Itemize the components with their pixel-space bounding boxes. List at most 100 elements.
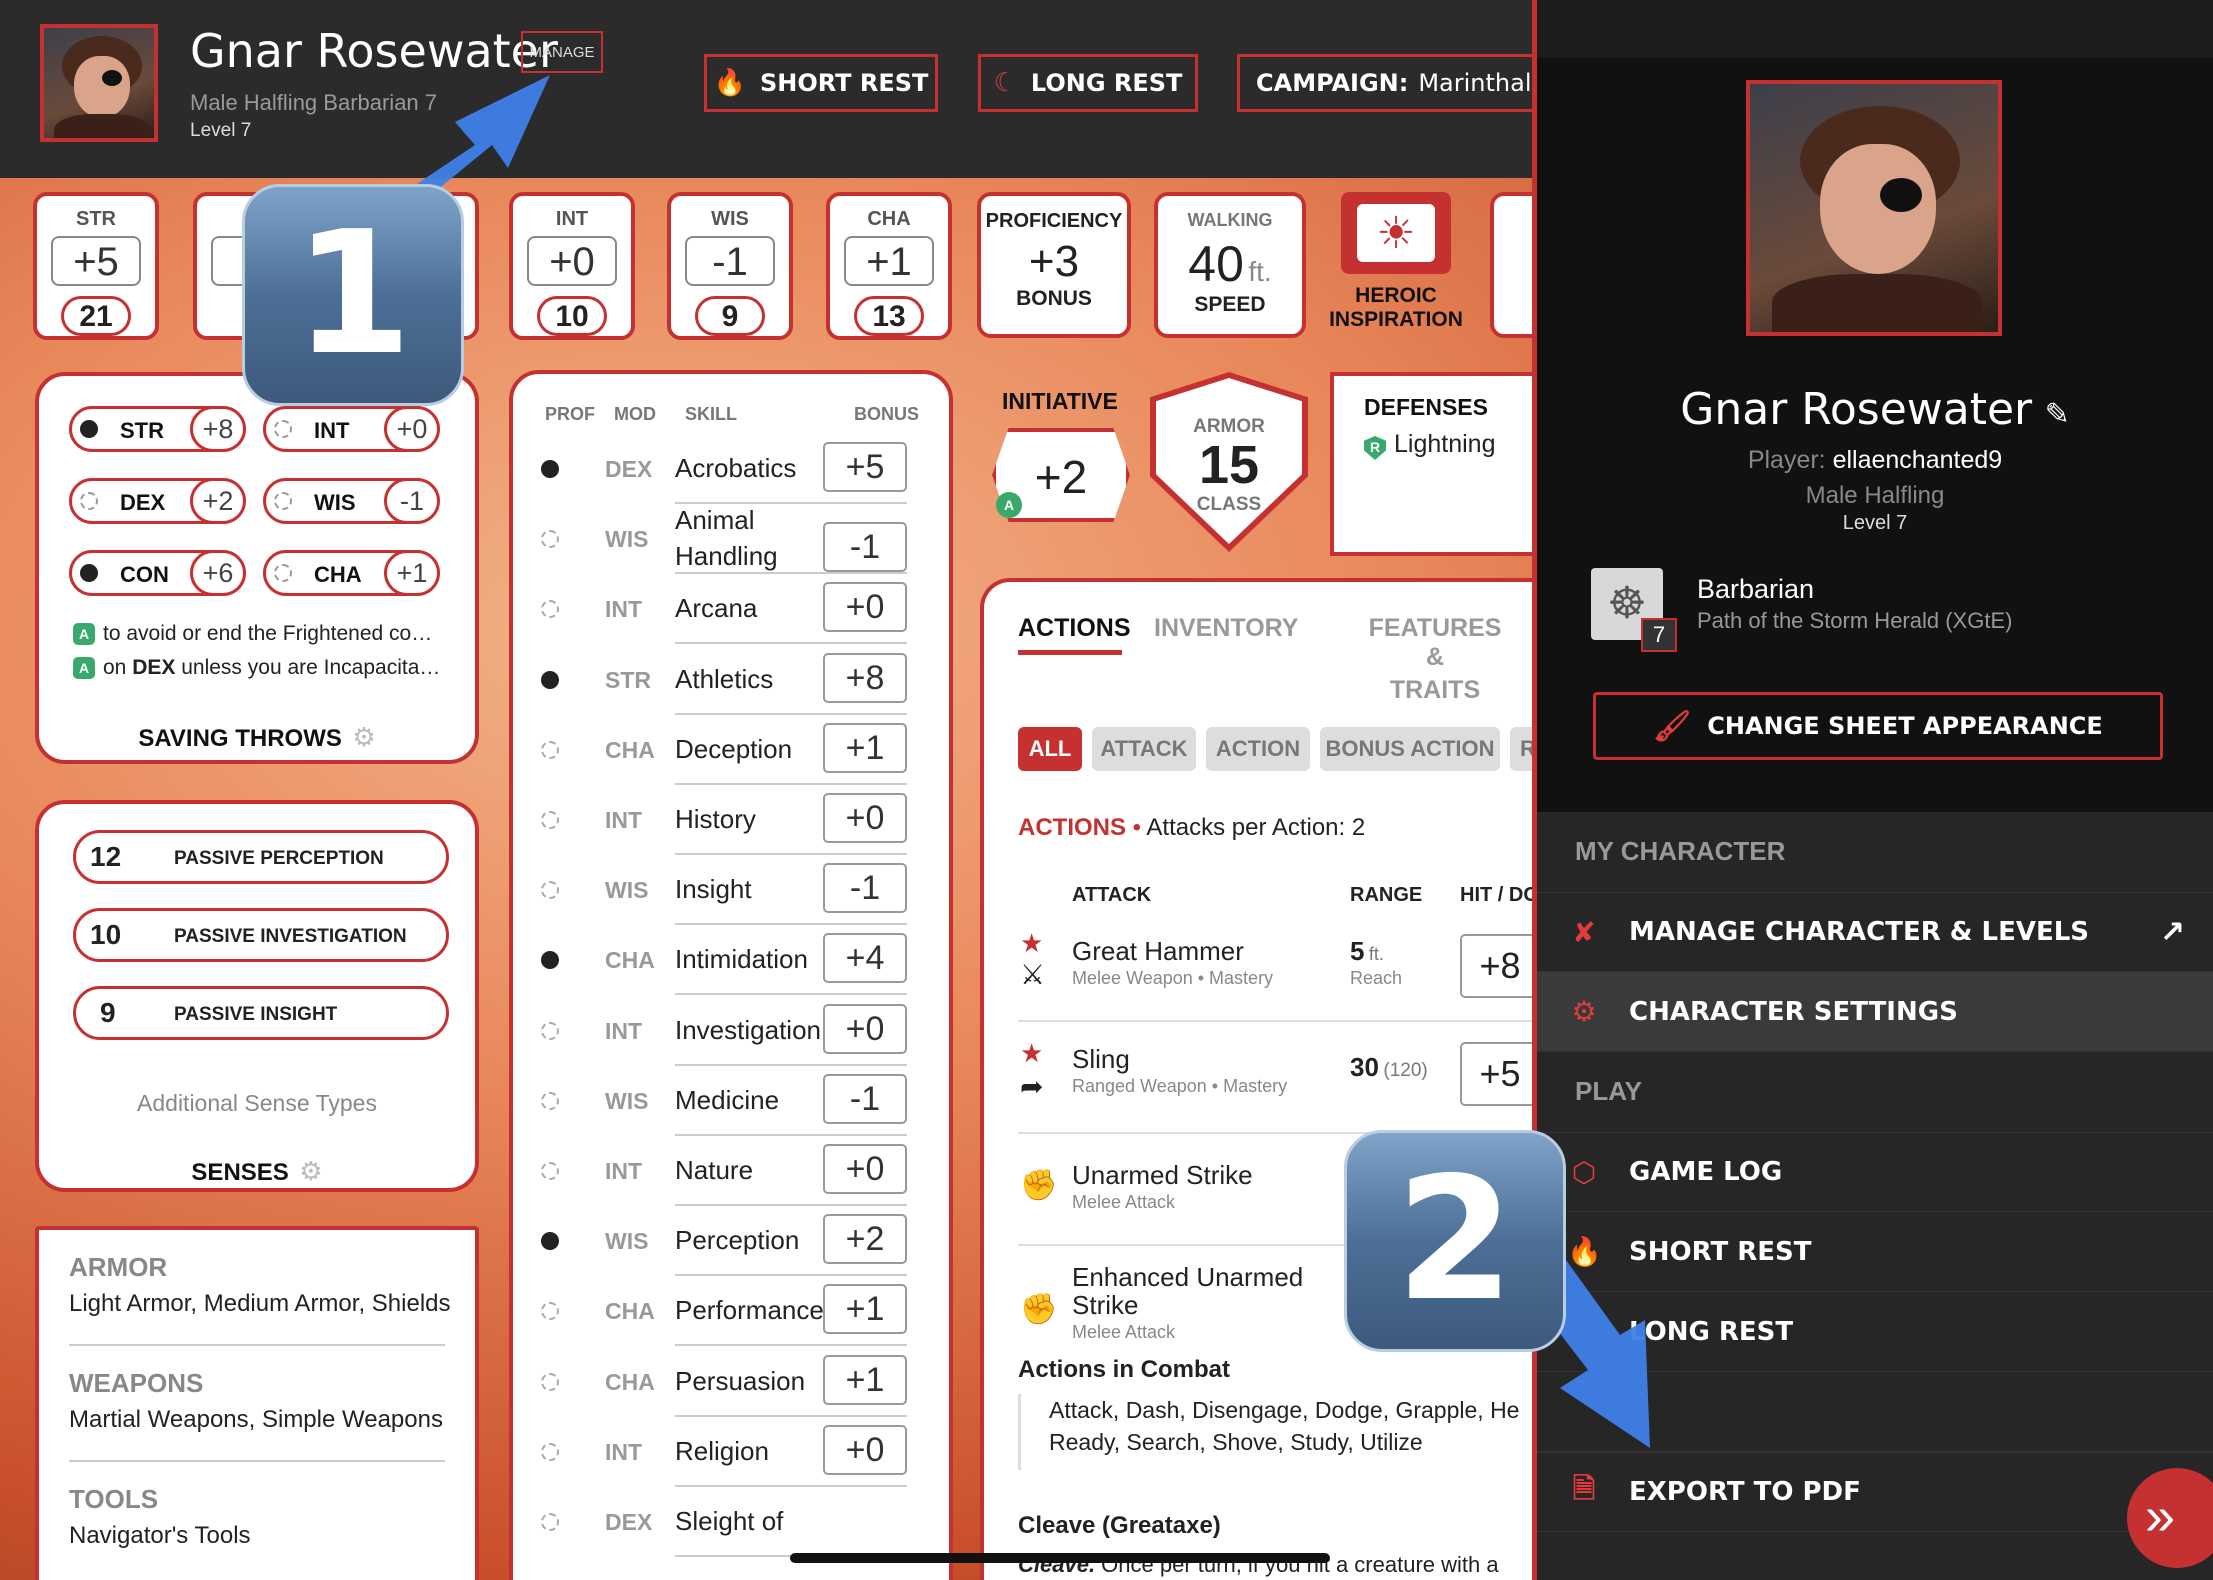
filter-action[interactable]: ACTION [1206,727,1310,771]
skill-row[interactable]: WIS Medicine -1 [513,1066,933,1136]
skill-name: Medicine [675,1084,780,1115]
gear-icon[interactable]: ⚙ [299,1156,322,1186]
save-dex[interactable]: DEX +2 [69,478,246,524]
skill-bonus[interactable]: -1 [823,863,907,914]
skill-bonus[interactable]: +1 [823,1354,907,1405]
change-sheet-appearance-button[interactable]: 🖌 CHANGE SHEET APPEARANCE [1593,692,2163,760]
sense-value: 12 [90,841,122,872]
skill-bonus[interactable]: +2 [823,1214,907,1265]
annotation-badge-1: 1 [242,184,464,406]
tools-title: TOOLS [69,1484,159,1514]
skill-bonus[interactable]: +0 [823,793,907,843]
tab-features[interactable]: FEATURES & TRAITS [1362,614,1508,705]
filter-attack[interactable]: ATTACK [1092,727,1196,771]
save-str[interactable]: STR +8 [69,406,246,452]
campfire-icon: 🔥 [713,68,746,98]
skill-bonus[interactable]: +4 [823,933,907,984]
campaign-value: Marinthalis: Th [1418,69,1547,97]
skill-bonus[interactable]: +0 [823,1003,907,1054]
skill-bonus[interactable]: +0 [823,1144,907,1194]
crossed-swords-icon: ⚔ [1020,959,1046,990]
skill-bonus[interactable]: +0 [823,582,907,633]
skill-bonus[interactable]: +8 [823,652,907,703]
menu-export-label: EXPORT TO PDF [1629,1477,1861,1507]
edit-icon[interactable]: ✎ [2045,398,2070,431]
menu-manage-character[interactable]: ✘ MANAGE CHARACTER & LEVELS ↗ [1537,892,2213,972]
ability-card-int[interactable]: INT +0 10 [509,192,635,340]
panel-portrait[interactable] [1746,80,2002,336]
save-cha[interactable]: CHA +1 [263,550,440,596]
tab-actions[interactable]: ACTIONS [1018,614,1131,643]
skill-row[interactable]: INT Arcana +0 [513,574,933,645]
skill-row[interactable]: WIS Perception +2 [513,1206,933,1277]
manage-button[interactable]: MANAGE [521,31,603,73]
skill-row[interactable]: INT Nature +0 [513,1136,933,1206]
skill-bonus[interactable]: +0 [823,1424,907,1475]
skill-row[interactable]: INT Religion +0 [513,1417,933,1487]
proficient-dot [541,951,559,970]
skill-row[interactable]: WIS Insight -1 [513,855,933,926]
attack-name: Enhanced Unarmed [1072,1262,1304,1292]
skill-bonus[interactable]: +5 [823,442,907,492]
ability-label: WIS [711,208,749,230]
skill-row[interactable]: DEX Acrobatics +5 [513,434,933,504]
attack-row-great-hammer[interactable]: ★ ⚔ Great Hammer Melee Weapon • Mastery … [1018,922,1540,1022]
saving-throws-panel: STR +8 INT +0 DEX +2 WIS -1 CON +6 CHA +… [35,372,479,764]
menu-short-rest[interactable]: 🔥 SHORT REST [1537,1212,2213,1292]
ability-card-str[interactable]: STR +5 21 [33,192,159,340]
ability-card-wis[interactable]: WIS -1 9 [667,192,793,340]
skill-row[interactable]: INT Investigation +0 [513,996,933,1066]
save-con[interactable]: CON +6 [69,550,246,596]
skill-name: Nature [675,1155,754,1185]
col-attack: ATTACK [1072,884,1152,906]
attack-row-sling[interactable]: ★ ➦ Sling Ranged Weapon • Mastery 30 (12… [1018,1034,1540,1134]
passive-investigation: 10 PASSIVE INVESTIGATION [73,908,449,962]
skill-row[interactable]: STR Athletics +8 [513,645,933,715]
not-proficient-dot [541,1442,559,1461]
short-rest-button[interactable]: 🔥 SHORT REST [704,54,938,112]
attack-hit[interactable]: +8 [1460,934,1540,998]
skill-bonus[interactable]: +1 [823,722,907,773]
skill-ability: INT [605,596,643,623]
gear-icon: ⚙ [1571,995,1597,1028]
skill-bonus[interactable]: +1 [823,1284,907,1335]
menu-game-log[interactable]: ⬡ GAME LOG [1537,1132,2213,1212]
save-wis[interactable]: WIS -1 [263,478,440,524]
ability-card-cha[interactable]: CHA +1 13 [826,192,952,340]
skill-bonus[interactable]: -1 [823,522,907,573]
campaign-button[interactable]: CAMPAIGN: Marinthalis: Th [1237,54,1547,112]
filter-all[interactable]: ALL [1018,727,1082,771]
actions-in-combat-title: Actions in Combat [1018,1356,1231,1383]
filter-bonus-action[interactable]: BONUS ACTION [1320,727,1500,771]
skill-row[interactable]: CHA Deception +1 [513,715,933,785]
attack-range-sub: Reach [1350,968,1403,988]
skill-row[interactable]: INT History +0 [513,785,933,855]
menu-character-settings[interactable]: ⚙ CHARACTER SETTINGS [1537,972,2213,1052]
gear-icon[interactable]: ⚙ [352,722,375,752]
skills-header-prof: PROF [545,404,596,424]
skill-row[interactable]: WIS Animal Handling -1 [513,504,933,575]
resistance-icon: R [1364,436,1386,460]
menu-export-pdf[interactable]: 🗎 EXPORT TO PDF [1537,1452,2213,1532]
skill-row[interactable]: CHA Performance +1 [513,1276,933,1347]
not-proficient-dot [541,811,559,829]
character-portrait[interactable] [40,24,158,142]
menu-long-rest[interactable]: ☾ LONG REST [1537,1292,2213,1372]
passive-insight: 9 PASSIVE INSIGHT [73,986,449,1040]
skill-row[interactable]: CHA Persuasion +1 [513,1347,933,1417]
skill-ability: INT [605,1438,643,1465]
heroic-inspiration[interactable]: ☀ HEROIC INSPIRATION [1326,192,1466,342]
save-int[interactable]: INT +0 [263,406,440,452]
attack-hit[interactable]: +5 [1460,1042,1540,1106]
skills-list: DEX Acrobatics +5 WIS Animal Handling -1 INT Ar… [513,434,953,1580]
additional-sense-types-link[interactable]: Additional Sense Types [39,1090,475,1117]
skill-bonus[interactable]: -1 [823,1073,907,1124]
skill-row[interactable]: DEX Sleight of [513,1487,933,1557]
skill-name: Religion [675,1435,769,1466]
tab-inventory[interactable]: INVENTORY [1154,614,1298,643]
defense-value: Lightning [1394,430,1496,458]
defenses-box[interactable]: DEFENSES R Lightning [1330,372,1540,556]
long-rest-button[interactable]: ☾ LONG REST [978,54,1198,112]
save-abbr: CON [120,562,169,587]
skill-row[interactable]: CHA Intimidation +4 [513,925,933,996]
